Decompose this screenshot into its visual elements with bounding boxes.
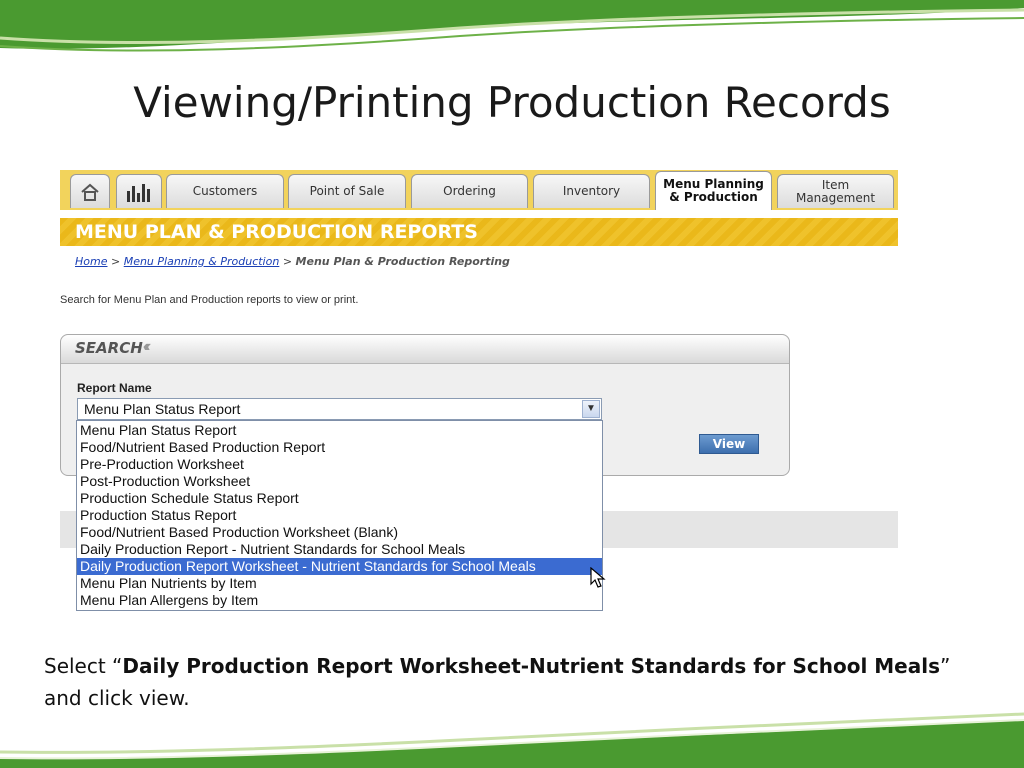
mouse-cursor-icon [590, 567, 606, 588]
breadcrumb-home-link[interactable]: Home [75, 255, 107, 268]
breadcrumb-separator: > [279, 255, 296, 268]
main-nav-bar: Customers Point of Sale Ordering Invento… [60, 170, 898, 210]
report-name-label: Report Name [77, 381, 152, 395]
report-name-options-list[interactable]: Menu Plan Status Report Food/Nutrient Bas… [76, 420, 603, 611]
breadcrumb-separator: > [107, 255, 124, 268]
report-name-selected-value: Menu Plan Status Report [84, 401, 241, 417]
home-icon [81, 183, 99, 201]
dropdown-option[interactable]: Daily Production Report Worksheet - Nutr… [77, 558, 602, 575]
slide-title: Viewing/Printing Production Records [133, 78, 891, 127]
view-button[interactable]: View [699, 434, 759, 454]
dropdown-option[interactable]: Food/Nutrient Based Production Report [77, 439, 602, 456]
home-tab[interactable] [70, 174, 110, 208]
caption-prefix: Select “ [44, 654, 123, 678]
collapse-chevrons-icon[interactable]: ‹‹‹ [143, 338, 151, 356]
tab-ordering[interactable]: Ordering [411, 174, 528, 208]
dropdown-option[interactable]: Production Schedule Status Report [77, 490, 602, 507]
page-banner: MENU PLAN & PRODUCTION REPORTS [60, 218, 898, 246]
caption-line2: and click view. [44, 686, 190, 710]
tab-label-line2: Management [795, 190, 876, 205]
dropdown-option[interactable]: Pre-Production Worksheet [77, 456, 602, 473]
tab-menu-planning-production[interactable]: Menu Planning & Production [655, 171, 772, 210]
dropdown-option[interactable]: Production Status Report [77, 507, 602, 524]
breadcrumb-current: Menu Plan & Production Reporting [295, 255, 510, 268]
dropdown-option[interactable]: Post-Production Worksheet [77, 473, 602, 490]
tab-point-of-sale[interactable]: Point of Sale [288, 174, 406, 208]
reports-tab[interactable] [116, 174, 162, 208]
search-title: SEARCH [75, 339, 143, 357]
search-panel-header[interactable]: SEARCH ‹‹‹ [61, 335, 789, 364]
dropdown-option[interactable]: Menu Plan Status Report [77, 422, 602, 439]
instructions-text: Search for Menu Plan and Production repo… [60, 294, 359, 306]
caption-report-name: Daily Production Report Worksheet-Nutrie… [122, 654, 940, 678]
tab-customers[interactable]: Customers [166, 174, 284, 208]
breadcrumb-section-link[interactable]: Menu Planning & Production [124, 255, 280, 268]
chevron-down-icon[interactable]: ▼ [582, 400, 600, 418]
dropdown-option[interactable]: Daily Production Report - Nutrient Stand… [77, 541, 602, 558]
dropdown-option[interactable]: Menu Plan Nutrients by Item [77, 575, 602, 592]
caption-line1: Select “Daily Production Report Workshee… [44, 650, 1024, 682]
tab-label-line2: & Production [669, 190, 758, 204]
top-wave-decoration [0, 0, 1024, 52]
dropdown-option[interactable]: Food/Nutrient Based Production Worksheet… [77, 524, 602, 541]
app-screenshot: Customers Point of Sale Ordering Invento… [60, 170, 898, 620]
slide-caption: Select “Daily Production Report Workshee… [44, 650, 1024, 714]
bar-chart-icon [127, 183, 150, 202]
tab-inventory[interactable]: Inventory [533, 174, 650, 208]
report-name-select[interactable]: Menu Plan Status Report ▼ [77, 398, 602, 420]
caption-suffix: ” [939, 654, 951, 678]
dropdown-option[interactable]: Menu Plan Allergens by Item [77, 592, 602, 609]
tab-item-management[interactable]: Item Management [777, 174, 894, 208]
tab-label-line1: Item [821, 177, 850, 192]
breadcrumb: Home > Menu Planning & Production > Menu… [75, 255, 510, 268]
